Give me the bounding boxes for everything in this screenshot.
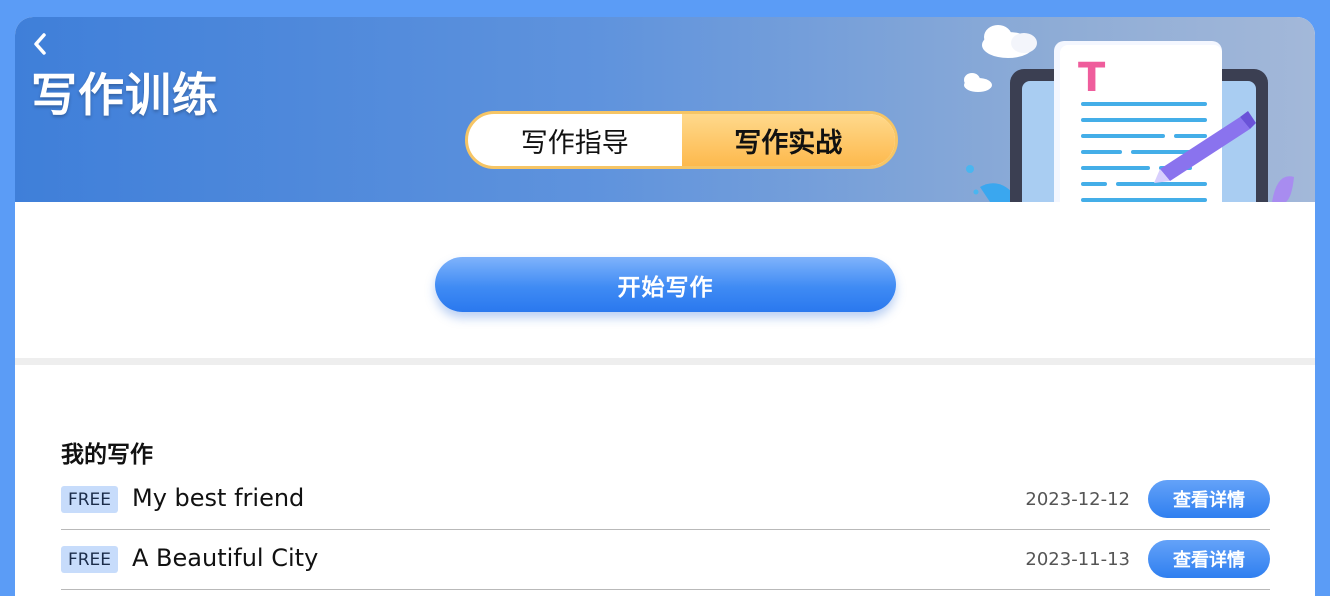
section-title: 我的写作 [61, 442, 153, 468]
view-details-button[interactable]: 查看详情 [1148, 540, 1270, 578]
main-card: 写作训练 写作指导 写作实战 T 开始写作 我的写作 FREE My best … [15, 17, 1315, 596]
page-title: 写作训练 [31, 68, 219, 122]
free-badge: FREE [61, 546, 118, 573]
document-writing-illustration: T [950, 17, 1315, 202]
mode-tabs: 写作指导 写作实战 [465, 111, 898, 169]
chevron-left-icon [34, 33, 46, 55]
writing-title: My best friend [132, 484, 305, 512]
svg-text:T: T [1078, 55, 1106, 101]
writing-title: A Beautiful City [132, 544, 319, 572]
action-area: 开始写作 [15, 202, 1315, 358]
start-writing-button[interactable]: 开始写作 [435, 257, 896, 312]
view-details-button[interactable]: 查看详情 [1148, 480, 1270, 518]
list-item: FREE A Beautiful City 2023-11-13 查看详情 [61, 530, 1270, 590]
my-writing-section: 我的写作 FREE My best friend 2023-12-12 查看详情… [15, 365, 1315, 596]
list-item: FREE My best friend 2023-12-12 查看详情 [61, 470, 1270, 530]
page-header: 写作训练 写作指导 写作实战 T [15, 17, 1315, 202]
section-divider [15, 358, 1315, 365]
writing-date: 2023-11-13 [1025, 549, 1130, 570]
tab-writing-guide[interactable]: 写作指导 [468, 114, 682, 166]
tab-writing-practice[interactable]: 写作实战 [681, 114, 895, 166]
back-button[interactable] [27, 31, 53, 57]
writing-date: 2023-12-12 [1025, 489, 1130, 510]
free-badge: FREE [61, 486, 118, 513]
